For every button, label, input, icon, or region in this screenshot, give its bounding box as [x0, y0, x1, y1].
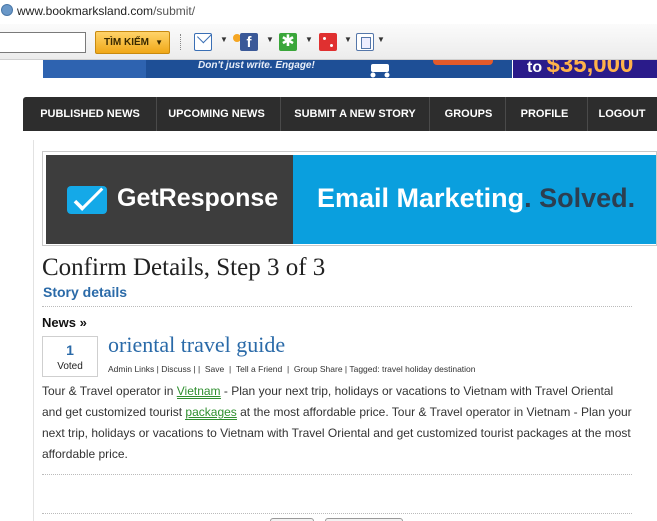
- chevron-down-icon[interactable]: ▼: [377, 35, 385, 44]
- story-details-heading: Story details: [43, 284, 128, 300]
- top-banner-ad[interactable]: Don't just write. Engage!: [43, 60, 512, 78]
- vote-count: 1: [66, 342, 74, 358]
- description-text: Tour & Travel operator in: [42, 384, 177, 398]
- red-dice-icon[interactable]: [319, 33, 337, 51]
- chevron-down-icon[interactable]: ▼: [155, 32, 163, 53]
- nav-item-profile[interactable]: PROFILE: [513, 97, 576, 131]
- story-description: Tour & Travel operator in Vietnam - Plan…: [42, 381, 634, 465]
- robot-icon: [370, 64, 390, 78]
- search-toolbar: TÌM KIẾM ▼ ▼ f ▼ ✱ ▼ ▼ ▼: [0, 24, 657, 60]
- chevron-down-icon[interactable]: ▼: [220, 35, 228, 44]
- divider: [42, 306, 632, 307]
- toolbar-search-input[interactable]: [0, 32, 86, 53]
- ad-brand: GetResponse: [117, 184, 279, 212]
- ad-tagline-dot: .: [524, 183, 532, 213]
- nav-item-submit-story[interactable]: SUBMIT A NEW STORY: [288, 97, 422, 131]
- prize-text: to $35,000: [527, 60, 633, 78]
- page-title: Confirm Details, Step 3 of 3: [42, 254, 326, 281]
- nav-divider: [587, 97, 588, 131]
- url-path: /submit/: [153, 4, 196, 18]
- tell-a-friend-link[interactable]: Tell a Friend: [236, 364, 282, 374]
- vietnam-link[interactable]: Vietnam: [176, 384, 221, 399]
- prize-prefix: to: [527, 60, 547, 76]
- toolbar-search-button[interactable]: TÌM KIẾM ▼: [95, 31, 170, 54]
- ad-tagline-panel: Email Marketing. Solved.: [293, 155, 656, 244]
- pages-icon[interactable]: [356, 33, 374, 51]
- main-nav: PUBLISHED NEWS UPCOMING NEWS SUBMIT A NE…: [23, 97, 657, 131]
- nav-item-published-news[interactable]: PUBLISHED NEWS: [35, 97, 145, 131]
- save-link[interactable]: Save: [205, 364, 224, 374]
- getresponse-ad[interactable]: GetResponse Email Marketing. Solved.: [42, 151, 657, 246]
- top-banner-prize[interactable]: to $35,000: [513, 60, 657, 78]
- search-button-label: TÌM KIẾM: [104, 37, 149, 48]
- nav-divider: [280, 97, 281, 131]
- chevron-down-icon[interactable]: ▼: [344, 35, 352, 44]
- vote-label: Voted: [57, 361, 83, 372]
- group-share-link[interactable]: Group Share: [294, 364, 343, 374]
- discuss-link[interactable]: Discuss: [161, 364, 191, 374]
- nav-divider: [156, 97, 157, 131]
- chevron-down-icon[interactable]: ▼: [305, 35, 313, 44]
- banner-panel: [43, 60, 146, 78]
- chevron-down-icon[interactable]: ▼: [266, 35, 274, 44]
- story-meta: Admin Links | Discuss | | Save | Tell a …: [108, 364, 476, 374]
- facebook-icon[interactable]: f: [240, 33, 258, 51]
- nav-divider: [429, 97, 430, 131]
- divider: [42, 513, 632, 514]
- address-bar[interactable]: www.bookmarksland.com/submit/: [0, 0, 657, 22]
- browser-window: www.bookmarksland.com/submit/ TÌM KIẾM ▼…: [0, 0, 657, 521]
- nav-item-upcoming-news[interactable]: UPCOMING NEWS: [164, 97, 269, 131]
- admin-links-link[interactable]: Admin Links: [108, 364, 154, 374]
- story-title-link[interactable]: oriental travel guide: [108, 332, 285, 358]
- packages-link[interactable]: packages: [185, 405, 237, 420]
- nav-divider: [505, 97, 506, 131]
- mail-icon[interactable]: [194, 33, 212, 51]
- story-tags: Tagged: travel holiday destination: [349, 364, 476, 374]
- news-category-link[interactable]: News »: [42, 315, 87, 330]
- nav-item-groups[interactable]: GROUPS: [437, 97, 500, 131]
- prize-amount: $35,000: [546, 60, 634, 78]
- url-text[interactable]: www.bookmarksland.com/submit/: [17, 4, 195, 18]
- url-domain: www.bookmarksland.com: [17, 4, 154, 18]
- envelope-check-icon: [67, 186, 107, 214]
- ad-brand-panel: GetResponse: [46, 155, 293, 244]
- divider: [42, 474, 632, 475]
- ad-tagline: Email Marketing. Solved.: [317, 183, 635, 214]
- banner-button: [433, 60, 493, 65]
- ad-tagline-part-1: Email Marketing: [317, 183, 525, 213]
- nav-item-logout[interactable]: LOGOUT: [595, 97, 649, 131]
- vote-box[interactable]: 1 Voted: [42, 336, 98, 377]
- globe-icon: [1, 4, 13, 16]
- green-star-icon[interactable]: ✱: [279, 33, 297, 51]
- toolbar-separator: [180, 34, 182, 50]
- banner-text: Don't just write. Engage!: [198, 60, 315, 71]
- ad-tagline-part-2: Solved.: [531, 183, 636, 213]
